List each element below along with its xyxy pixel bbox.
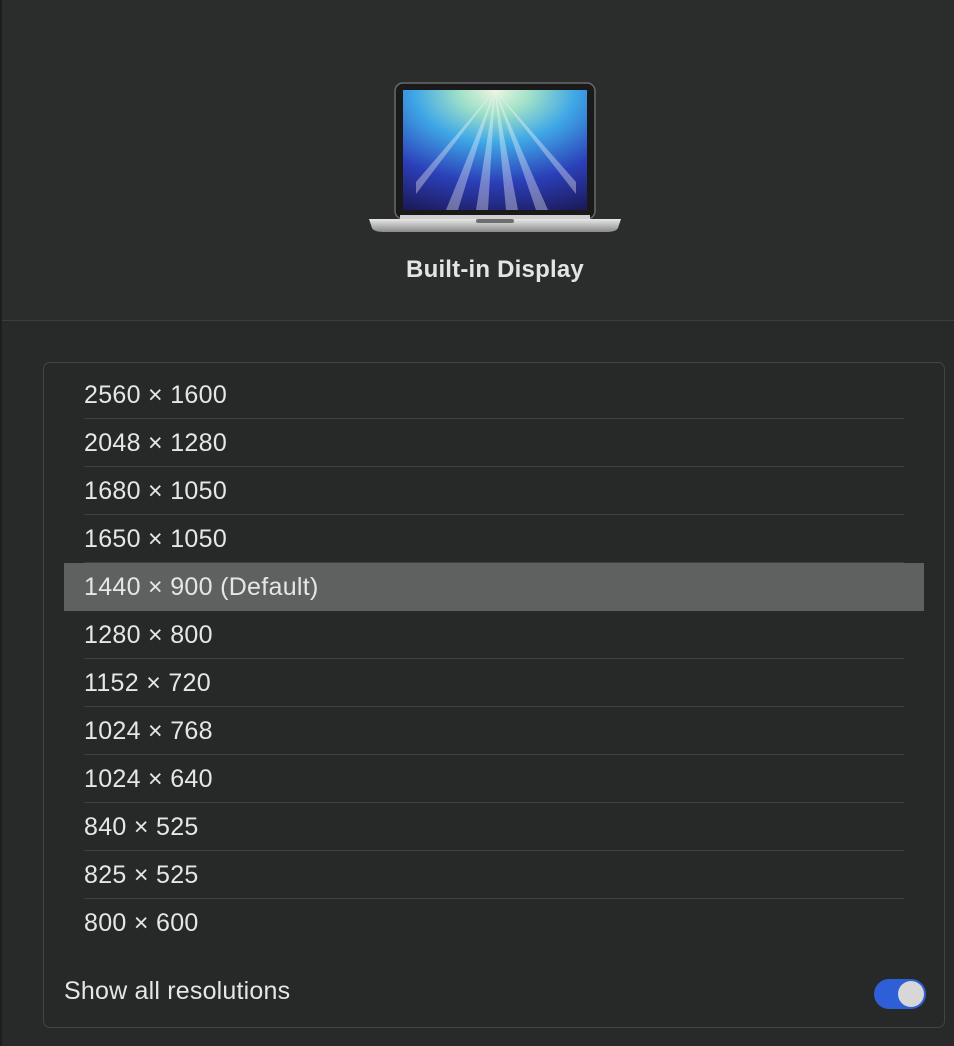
resolution-option-label: 2048 × 1280 xyxy=(84,428,228,457)
resolution-option-label: 1152 × 720 xyxy=(84,668,211,697)
resolution-option[interactable]: 800 × 600 xyxy=(64,899,924,947)
resolution-option-label: 800 × 600 xyxy=(84,908,199,937)
resolution-option[interactable]: 1152 × 720 xyxy=(64,659,924,707)
show-all-resolutions-label: Show all resolutions xyxy=(64,977,291,1005)
resolution-option-label: 825 × 525 xyxy=(84,860,199,889)
resolution-option[interactable]: 825 × 525 xyxy=(64,851,924,899)
resolution-option-label: 2560 × 1600 xyxy=(84,380,228,409)
resolution-list: 2560 × 1600 2048 × 1280 1680 × 1050 1650 × … xyxy=(44,371,944,947)
display-title: Built-in Display xyxy=(406,256,584,283)
resolution-option[interactable]: 2048 × 1280 xyxy=(64,419,924,467)
resolution-option[interactable]: 1024 × 640 xyxy=(64,755,924,803)
toggle-knob xyxy=(898,981,924,1007)
resolution-option[interactable]: 1440 × 900 (Default) xyxy=(64,563,924,611)
resolution-option-label: 1440 × 900 (Default) xyxy=(84,572,319,601)
display-settings-window: Built-in Display 2560 × 1600 2048 × 1280 1… xyxy=(0,0,954,1046)
resolution-option-label: 1024 × 768 xyxy=(84,716,213,745)
resolution-option[interactable]: 1024 × 768 xyxy=(64,707,924,755)
resolution-panel: 2560 × 1600 2048 × 1280 1680 × 1050 1650 × … xyxy=(43,362,945,1028)
resolution-option[interactable]: 1650 × 1050 xyxy=(64,515,924,563)
display-header: Built-in Display xyxy=(2,0,954,321)
resolution-option[interactable]: 2560 × 1600 xyxy=(64,371,924,419)
resolution-option-label: 1024 × 640 xyxy=(84,764,213,793)
show-all-resolutions-toggle[interactable] xyxy=(874,979,926,1009)
resolution-option-label: 1680 × 1050 xyxy=(84,476,228,505)
resolution-option[interactable]: 1680 × 1050 xyxy=(64,467,924,515)
show-all-resolutions-row: Show all resolutions xyxy=(44,971,944,1015)
resolution-option[interactable]: 1280 × 800 xyxy=(64,611,924,659)
macbook-display-icon xyxy=(369,82,621,232)
resolution-option-label: 1280 × 800 xyxy=(84,620,213,649)
resolution-option[interactable]: 840 × 525 xyxy=(64,803,924,851)
resolution-option-label: 1650 × 1050 xyxy=(84,524,228,553)
resolution-option-label: 840 × 525 xyxy=(84,812,199,841)
